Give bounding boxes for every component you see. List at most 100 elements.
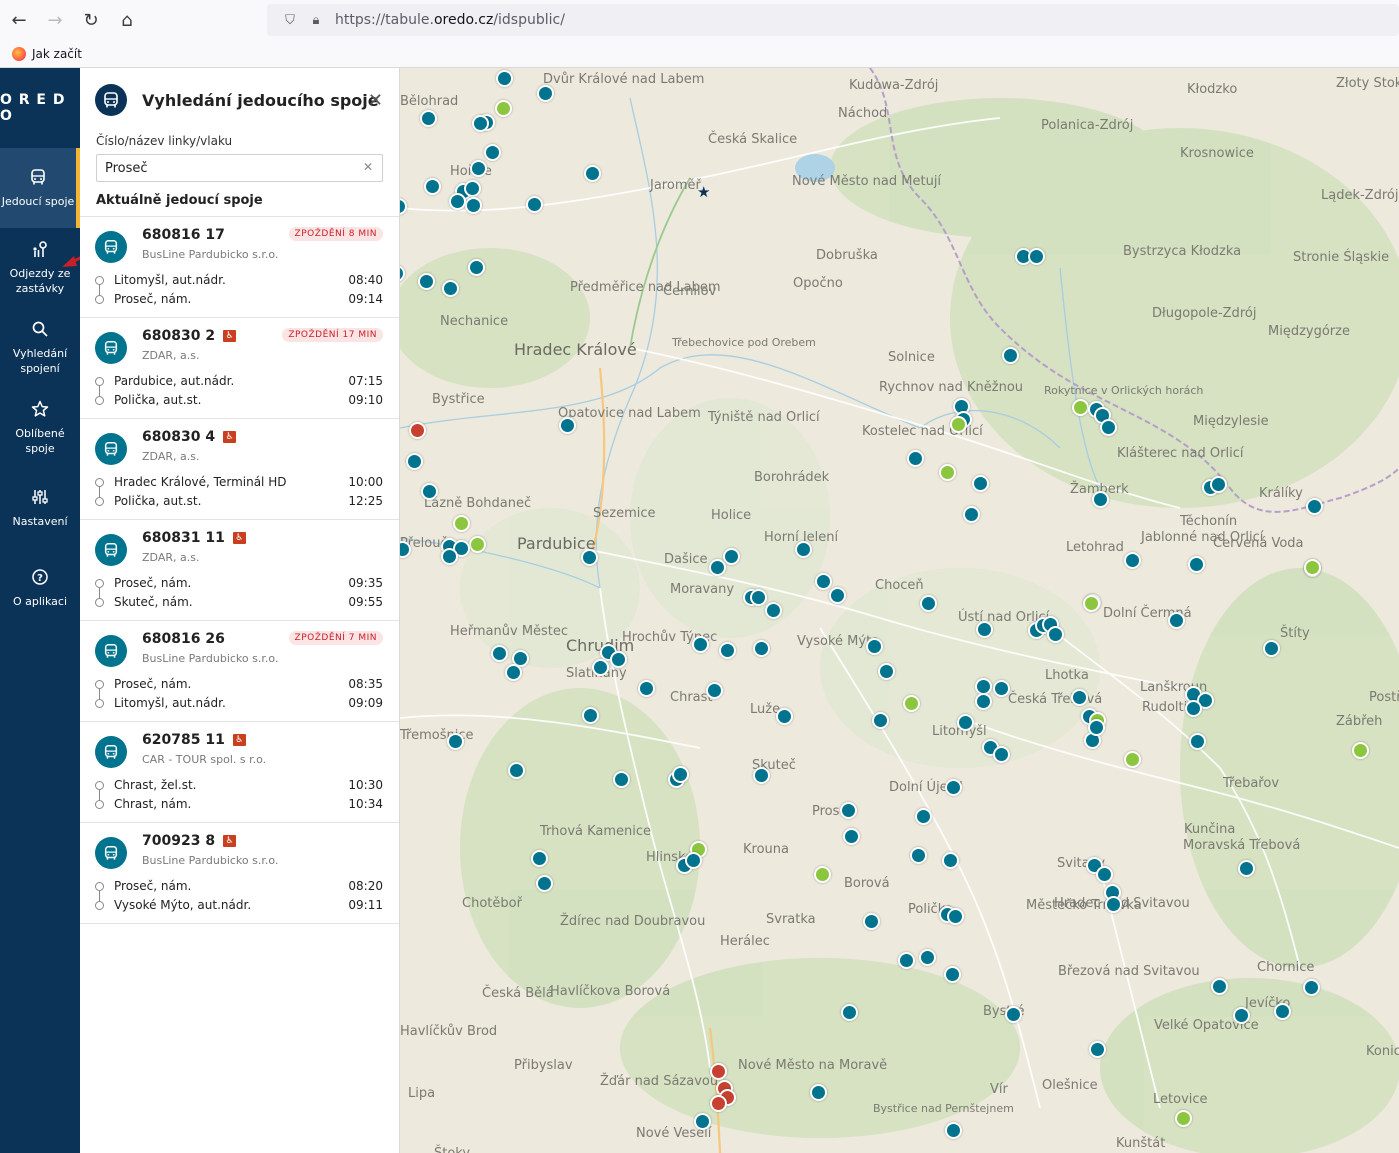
- bus-vehicle-marker[interactable]: [1263, 640, 1280, 657]
- bus-vehicle-marker[interactable]: [776, 708, 793, 725]
- bus-vehicle-marker[interactable]: [1089, 1041, 1106, 1058]
- bus-vehicle-marker[interactable]: [526, 196, 543, 213]
- bus-vehicle-marker[interactable]: [795, 541, 812, 558]
- bus-vehicle-marker[interactable]: [421, 483, 438, 500]
- shield-icon[interactable]: ⛉: [279, 9, 301, 31]
- bus-vehicle-marker[interactable]: [613, 771, 630, 788]
- bus-vehicle-marker[interactable]: [559, 417, 576, 434]
- bus-vehicle-marker[interactable]: [841, 1004, 858, 1021]
- bus-vehicle-marker[interactable]: [840, 802, 857, 819]
- bus-vehicle-marker[interactable]: [505, 664, 522, 681]
- bus-vehicle-marker[interactable]: [1238, 860, 1255, 877]
- forward-button[interactable]: →: [38, 3, 72, 37]
- nav-oblibene-spoje[interactable]: Oblíbené spoje: [0, 388, 80, 468]
- lock-icon[interactable]: 🔒︎: [305, 9, 327, 31]
- bus-vehicle-marker[interactable]: [1306, 498, 1323, 515]
- trip-item[interactable]: ZPOŽDĚNÍ 7 MIN 680816 26 BusLine Pardubi…: [80, 621, 399, 722]
- bus-vehicle-marker[interactable]: [581, 549, 598, 566]
- bus-vehicle-marker[interactable]: [907, 450, 924, 467]
- train-vehicle-marker[interactable]: [814, 866, 831, 883]
- bus-vehicle-marker[interactable]: [638, 680, 655, 697]
- train-vehicle-marker[interactable]: [939, 464, 956, 481]
- bus-vehicle-marker[interactable]: [750, 589, 767, 606]
- bus-vehicle-marker[interactable]: [582, 707, 599, 724]
- train-vehicle-marker[interactable]: [469, 536, 486, 553]
- bus-vehicle-marker[interactable]: [584, 165, 601, 182]
- bus-vehicle-marker[interactable]: [1100, 419, 1117, 436]
- bus-vehicle-marker[interactable]: [1071, 689, 1088, 706]
- bus-vehicle-marker[interactable]: [1274, 1003, 1291, 1020]
- bus-vehicle-marker[interactable]: [1188, 556, 1205, 573]
- bus-vehicle-marker[interactable]: [947, 908, 964, 925]
- bus-vehicle-marker[interactable]: [1189, 733, 1206, 750]
- bus-vehicle-marker[interactable]: [843, 828, 860, 845]
- bus-vehicle-marker[interactable]: [685, 852, 702, 869]
- bus-vehicle-marker[interactable]: [531, 850, 548, 867]
- bus-vehicle-marker[interactable]: [406, 453, 423, 470]
- bus-vehicle-marker[interactable]: [1096, 866, 1113, 883]
- bus-vehicle-marker[interactable]: [1124, 552, 1141, 569]
- close-icon[interactable]: ✕: [368, 90, 383, 111]
- bus-vehicle-marker[interactable]: [945, 1122, 962, 1139]
- bus-vehicle-marker[interactable]: [418, 273, 435, 290]
- bus-vehicle-marker[interactable]: [878, 663, 895, 680]
- trip-item[interactable]: ZPOŽDĚNÍ 17 MIN 680830 2 ♿ ZDAR, a.s. Par…: [80, 318, 399, 419]
- train-vehicle-marker[interactable]: [1175, 1110, 1192, 1127]
- bus-vehicle-marker[interactable]: [753, 640, 770, 657]
- bus-vehicle-marker[interactable]: [484, 144, 501, 161]
- bus-vehicle-marker[interactable]: [942, 852, 959, 869]
- bus-vehicle-marker[interactable]: [1233, 1007, 1250, 1024]
- bus-vehicle-marker[interactable]: [537, 85, 554, 102]
- bus-vehicle-marker[interactable]: [468, 259, 485, 276]
- bus-vehicle-marker[interactable]: [1005, 1006, 1022, 1023]
- bus-vehicle-marker[interactable]: [919, 949, 936, 966]
- delayed-vehicle-marker[interactable]: [710, 1063, 727, 1080]
- train-vehicle-marker[interactable]: [950, 416, 967, 433]
- trip-item[interactable]: 700923 8 ♿ BusLine Pardubicko s.r.o. Pros…: [80, 823, 399, 924]
- bus-vehicle-marker[interactable]: [915, 808, 932, 825]
- bus-vehicle-marker[interactable]: [866, 638, 883, 655]
- trip-item[interactable]: ZPOŽDĚNÍ 8 MIN 680816 17 BusLine Pardubi…: [80, 217, 399, 318]
- selected-stop-star-icon[interactable]: ★: [697, 183, 710, 201]
- bus-vehicle-marker[interactable]: [1028, 248, 1045, 265]
- line-search-input[interactable]: [105, 160, 355, 176]
- bus-vehicle-marker[interactable]: [472, 115, 489, 132]
- bus-vehicle-marker[interactable]: [706, 682, 723, 699]
- home-button[interactable]: ⌂: [110, 3, 144, 37]
- bus-vehicle-marker[interactable]: [441, 548, 458, 565]
- clear-input-icon[interactable]: ✕: [363, 160, 373, 174]
- bus-vehicle-marker[interactable]: [694, 1113, 711, 1130]
- delayed-vehicle-marker[interactable]: [710, 1095, 727, 1112]
- bus-vehicle-marker[interactable]: [470, 160, 487, 177]
- bus-vehicle-marker[interactable]: [810, 1084, 827, 1101]
- bus-vehicle-marker[interactable]: [815, 573, 832, 590]
- trip-item[interactable]: 620785 11 ♿ CAR - TOUR spol. s r.o. Chras…: [80, 722, 399, 823]
- delayed-vehicle-marker[interactable]: [409, 422, 426, 439]
- bus-vehicle-marker[interactable]: [993, 680, 1010, 697]
- bus-vehicle-marker[interactable]: [424, 178, 441, 195]
- nav-o-aplikaci[interactable]: ? O aplikaci: [0, 548, 80, 628]
- train-vehicle-marker[interactable]: [1352, 742, 1369, 759]
- bus-vehicle-marker[interactable]: [672, 766, 689, 783]
- back-button[interactable]: ←: [2, 3, 36, 37]
- bus-vehicle-marker[interactable]: [898, 952, 915, 969]
- bus-vehicle-marker[interactable]: [1002, 347, 1019, 364]
- bus-vehicle-marker[interactable]: [910, 847, 927, 864]
- bus-vehicle-marker[interactable]: [944, 966, 961, 983]
- bus-vehicle-marker[interactable]: [610, 651, 627, 668]
- bus-vehicle-marker[interactable]: [1211, 978, 1228, 995]
- bus-vehicle-marker[interactable]: [1092, 491, 1109, 508]
- bus-vehicle-marker[interactable]: [496, 70, 513, 87]
- bus-vehicle-marker[interactable]: [963, 506, 980, 523]
- bus-vehicle-marker[interactable]: [709, 559, 726, 576]
- line-search-box[interactable]: ✕: [96, 154, 383, 182]
- bus-vehicle-marker[interactable]: [1105, 896, 1122, 913]
- bus-vehicle-marker[interactable]: [536, 875, 553, 892]
- train-vehicle-marker[interactable]: [453, 515, 470, 532]
- bus-vehicle-marker[interactable]: [863, 913, 880, 930]
- train-vehicle-marker[interactable]: [1304, 559, 1321, 576]
- address-bar[interactable]: ⛉ 🔒︎ https://tabule.oredo.cz/idspublic/: [267, 4, 1399, 36]
- bus-vehicle-marker[interactable]: [465, 197, 482, 214]
- bus-vehicle-marker[interactable]: [508, 762, 525, 779]
- bus-vehicle-marker[interactable]: [920, 595, 937, 612]
